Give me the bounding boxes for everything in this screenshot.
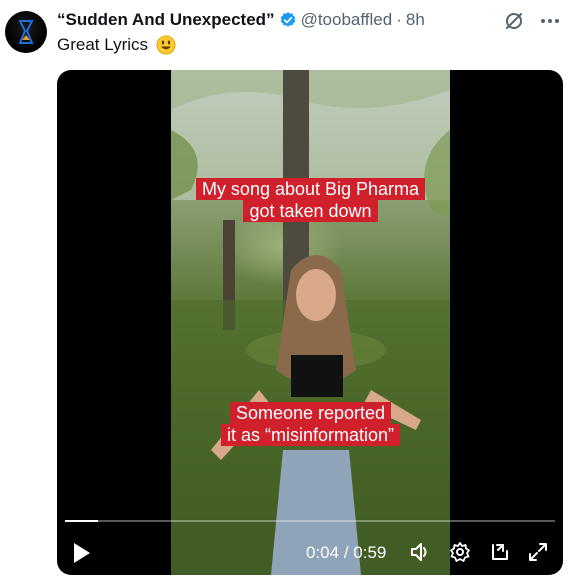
tweet-body: Great Lyrics [57, 35, 149, 54]
display-name[interactable]: “Sudden And Unexpected” [57, 10, 275, 30]
video-frame: My song about Big Pharma got taken down … [171, 70, 450, 575]
caption-bottom-line1: Someone reported [229, 402, 392, 424]
current-time: 0:04 [306, 543, 340, 562]
timecode: 0:04 / 0:59 [306, 543, 386, 563]
caption-top: My song about Big Pharma got taken down [171, 178, 450, 222]
caption-bottom: Someone reported it as “misinformation” [171, 402, 450, 446]
duration: 0:59 [353, 543, 387, 562]
caption-top-line2: got taken down [243, 200, 378, 222]
time-separator: / [343, 543, 349, 562]
video-scene [171, 70, 450, 575]
tweet-actions [503, 10, 561, 32]
caption-bottom-line2: it as “misinformation” [220, 424, 401, 446]
tweet-header: “Sudden And Unexpected” @toobaffled · 8h [57, 9, 425, 31]
fullscreen-icon[interactable] [527, 541, 549, 563]
verified-badge-icon [280, 12, 295, 27]
caption-top-line1: My song about Big Pharma [195, 178, 426, 200]
tweet-text: Great Lyrics [57, 35, 176, 55]
emoji-smile-icon [156, 35, 176, 55]
play-icon[interactable] [71, 541, 93, 565]
progress-bar[interactable] [65, 520, 555, 522]
grok-icon[interactable] [503, 10, 525, 32]
handle[interactable]: @toobaffled [301, 10, 393, 30]
video-player[interactable]: My song about Big Pharma got taken down … [57, 70, 563, 575]
avatar-hourglass-icon [18, 20, 34, 44]
progress-fill [65, 520, 99, 522]
video-controls: 0:04 / 0:59 [57, 536, 563, 570]
more-icon[interactable] [539, 10, 561, 32]
avatar[interactable] [5, 11, 47, 53]
pip-icon[interactable] [489, 541, 511, 563]
volume-icon[interactable] [409, 541, 431, 563]
settings-icon[interactable] [449, 541, 471, 563]
separator-dot: · [396, 10, 402, 29]
timestamp[interactable]: 8h [406, 10, 425, 30]
